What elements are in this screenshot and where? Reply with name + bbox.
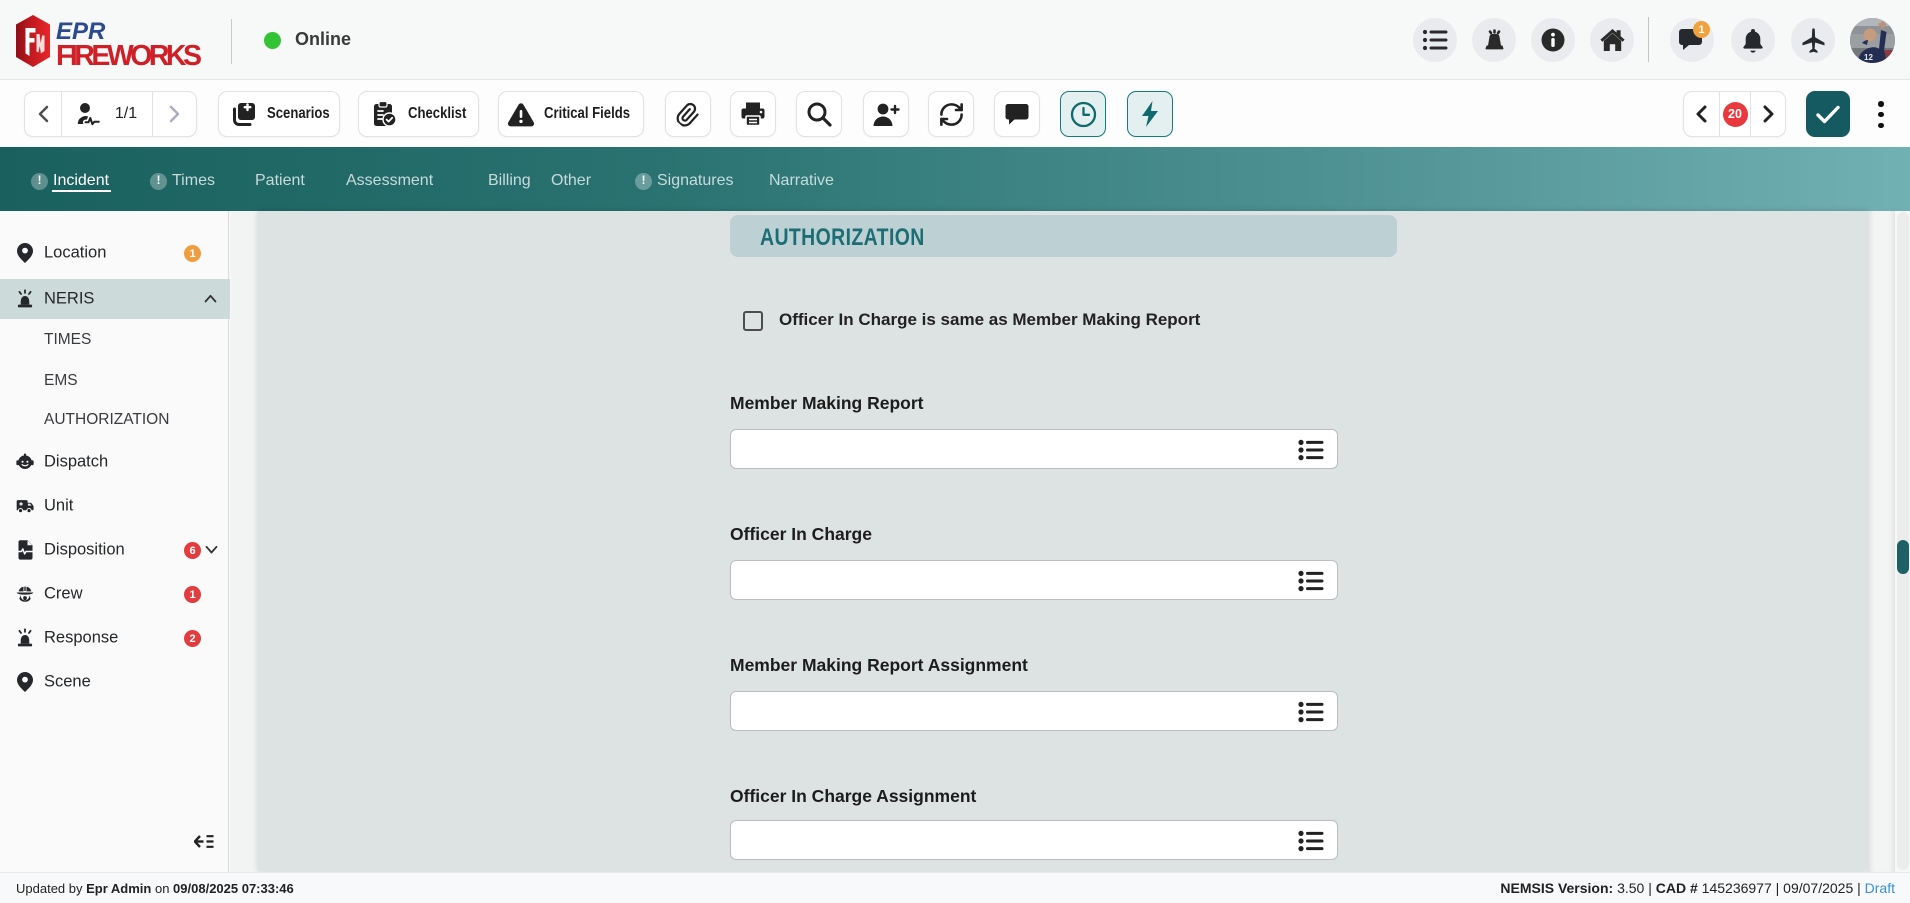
svg-text:FIREWORKS: FIREWORKS [56,40,202,67]
svg-text:12: 12 [1864,53,1873,62]
